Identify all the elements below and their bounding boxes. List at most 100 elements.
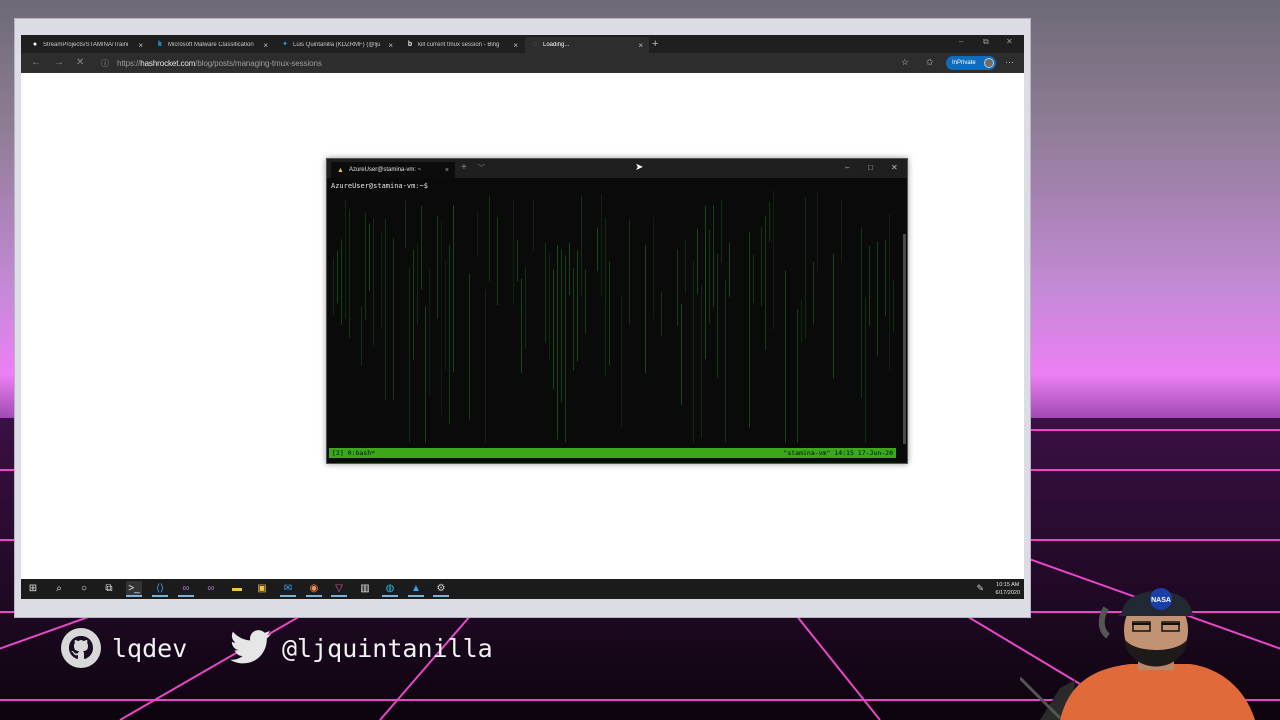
matrix-column bbox=[893, 280, 894, 332]
matrix-column bbox=[585, 269, 586, 334]
app-icon[interactable]: ▥ bbox=[357, 581, 373, 597]
matrix-column bbox=[709, 230, 710, 324]
minimize-icon[interactable]: – bbox=[845, 163, 849, 172]
matrix-column bbox=[773, 190, 774, 330]
tab-strip: ● StreamProjects/STAMINA/Traini × k Micr… bbox=[21, 35, 1024, 53]
visual-studio-preview-icon[interactable]: ∞ bbox=[203, 581, 219, 597]
matrix-column bbox=[561, 249, 562, 403]
matrix-column bbox=[701, 284, 702, 439]
terminal-titlebar[interactable]: ▲ AzureUser@stamina-vm: ~ × + ﹀ – □ ✕ bbox=[327, 159, 907, 178]
close-tab-icon[interactable]: × bbox=[638, 41, 643, 50]
matrix-column bbox=[421, 205, 422, 290]
search-icon[interactable]: ⌕ bbox=[51, 581, 67, 597]
close-tab-icon[interactable]: × bbox=[138, 41, 143, 50]
more-options-icon[interactable]: ⋯ bbox=[1005, 57, 1014, 68]
matrix-column bbox=[725, 280, 726, 443]
matrix-column bbox=[477, 210, 478, 257]
tab-label: Loading... bbox=[543, 42, 570, 48]
scrollbar[interactable] bbox=[903, 234, 906, 444]
edge-icon[interactable]: ◍ bbox=[382, 581, 398, 597]
terminal-body[interactable]: AzureUser@stamina-vm:~$ [2] 0:bash* "sta… bbox=[327, 178, 907, 463]
matrix-column bbox=[841, 199, 842, 263]
tab-label: kill current tmux session - Bing bbox=[418, 42, 500, 48]
close-window-icon[interactable]: ✕ bbox=[891, 163, 898, 172]
matrix-column bbox=[553, 269, 554, 390]
chevron-down-icon[interactable]: ﹀ bbox=[478, 163, 485, 173]
matrix-column bbox=[609, 261, 610, 366]
settings-gear-icon[interactable]: ⚙ bbox=[433, 581, 449, 597]
terminal-tab[interactable]: ▲ AzureUser@stamina-vm: ~ × bbox=[331, 162, 455, 178]
favorites-icon[interactable]: ✩ bbox=[926, 57, 934, 68]
azure-icon[interactable]: ▲ bbox=[408, 581, 424, 597]
matrix-column bbox=[865, 296, 866, 443]
inprivate-badge[interactable]: InPrivate bbox=[946, 56, 996, 70]
matrix-column bbox=[621, 297, 622, 429]
matrix-column bbox=[717, 253, 718, 378]
minimize-icon[interactable]: – bbox=[959, 37, 963, 46]
tab-github[interactable]: ● StreamProjects/STAMINA/Traini × bbox=[25, 37, 149, 53]
matrix-column bbox=[385, 218, 386, 401]
restore-icon[interactable]: ⧉ bbox=[983, 37, 989, 47]
vscode-icon[interactable]: ⟨⟩ bbox=[152, 581, 168, 597]
twitter-icon: ✦ bbox=[282, 41, 288, 48]
matrix-column bbox=[333, 257, 334, 316]
tab-twitter[interactable]: ✦ Luis Quintanilla (KDZRMF) (@lju × bbox=[275, 37, 399, 53]
pen-icon[interactable]: ✎ bbox=[976, 583, 984, 594]
file-explorer-icon[interactable]: ▬ bbox=[229, 581, 245, 597]
store-icon[interactable]: ▣ bbox=[254, 581, 270, 597]
matrix-column bbox=[653, 216, 654, 320]
close-tab-icon[interactable]: × bbox=[445, 167, 449, 174]
matrix-column bbox=[869, 245, 870, 326]
system-clock[interactable]: 10:15 AM 6/17/2020 bbox=[996, 581, 1020, 597]
matrix-column bbox=[877, 241, 878, 356]
matrix-column bbox=[453, 205, 454, 372]
vivaldi-icon[interactable]: ▽ bbox=[331, 581, 347, 597]
close-tab-icon[interactable]: × bbox=[513, 41, 518, 50]
maximize-icon[interactable]: □ bbox=[868, 163, 873, 172]
visual-studio-icon[interactable]: ∞ bbox=[178, 581, 194, 597]
matrix-column bbox=[753, 254, 754, 304]
matrix-column bbox=[885, 240, 886, 317]
tab-bing[interactable]: b kill current tmux session - Bing × bbox=[400, 37, 524, 53]
forward-icon[interactable]: → bbox=[54, 57, 64, 69]
matrix-column bbox=[661, 292, 662, 337]
new-tab-button[interactable]: + bbox=[652, 38, 658, 50]
windows-start-icon[interactable]: ⊞ bbox=[25, 581, 41, 597]
info-icon[interactable]: ⓘ bbox=[101, 58, 109, 69]
matrix-column bbox=[405, 200, 406, 249]
task-view-icon[interactable]: ⧉ bbox=[101, 581, 117, 597]
matrix-column bbox=[769, 201, 770, 242]
tab-kaggle[interactable]: k Microsoft Malware Classification × bbox=[150, 37, 274, 53]
matrix-column bbox=[545, 242, 546, 344]
tmux-window-list: [2] 0:bash* bbox=[332, 449, 376, 457]
terminal-app-icon[interactable]: >_ bbox=[126, 581, 142, 597]
back-icon[interactable]: ← bbox=[31, 57, 41, 69]
github-icon: ● bbox=[32, 41, 38, 48]
close-tab-icon[interactable]: × bbox=[388, 41, 393, 50]
bing-icon: b bbox=[407, 41, 413, 48]
matrix-column bbox=[597, 227, 598, 272]
matrix-column bbox=[373, 217, 374, 346]
mouse-cursor: ➤ bbox=[635, 162, 644, 173]
mail-icon[interactable]: ✉ bbox=[280, 581, 296, 597]
matrix-column bbox=[469, 273, 470, 420]
taskbar: ⊞ ⌕ ○ ⧉ >_ ⟨⟩ ∞ ∞ ▬ ▣ ✉ ◉ ▽ ▥ ◍ ▲ ⚙ ✎ 10… bbox=[21, 579, 1024, 599]
loading-icon: ◌ bbox=[532, 41, 538, 48]
tab-loading[interactable]: ◌ Loading... × bbox=[525, 37, 649, 53]
favorite-star-icon[interactable]: ☆ bbox=[901, 57, 909, 68]
obs-icon[interactable]: ◉ bbox=[306, 581, 322, 597]
matrix-column bbox=[817, 191, 818, 271]
stop-loading-icon[interactable]: ✕ bbox=[76, 57, 84, 69]
matrix-column bbox=[497, 217, 498, 306]
kaggle-icon: k bbox=[158, 41, 162, 48]
matrix-column bbox=[573, 268, 574, 371]
matrix-column bbox=[569, 242, 570, 295]
url-field[interactable]: ⓘ https://hashrocket.com/blog/posts/mana… bbox=[101, 56, 891, 70]
matrix-column bbox=[785, 270, 786, 443]
close-window-icon[interactable]: ✕ bbox=[1006, 37, 1013, 46]
cortana-icon[interactable]: ○ bbox=[76, 581, 92, 597]
tab-label: Microsoft Malware Classification bbox=[168, 42, 254, 48]
close-tab-icon[interactable]: × bbox=[263, 41, 268, 50]
new-terminal-tab-button[interactable]: + bbox=[461, 162, 467, 173]
matrix-column bbox=[489, 196, 490, 281]
